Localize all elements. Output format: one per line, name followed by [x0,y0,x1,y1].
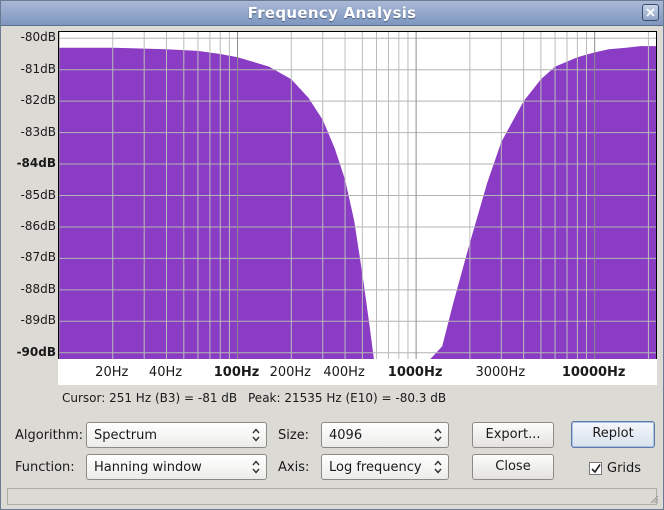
y-tick-label: -86dB [20,218,56,233]
y-tick-label: -89dB [20,313,56,328]
axis-select[interactable]: Log frequency [321,454,449,480]
x-tick-label: 40Hz [148,365,183,380]
title-bar: Frequency Analysis [1,1,663,26]
algorithm-select[interactable]: Spectrum [86,422,267,448]
function-value: Hanning window [94,460,202,475]
y-tick-label: -82dB [20,93,56,108]
x-tick-label: 400Hz [323,365,365,380]
peak-readout: Peak: 21535 Hz (E10) = -80.3 dB [248,391,447,405]
x-tick-label: 10000Hz [561,365,626,380]
close-icon [646,8,655,17]
size-label: Size: [278,428,310,443]
size-select[interactable]: 4096 [321,422,449,448]
x-tick-label: 3000Hz [475,365,526,380]
x-tick-label: 200Hz [269,365,312,380]
frequency-analysis-window: Frequency Analysis -80dB -81dB -82dB -83dB -… [0,0,664,510]
updown-arrows-icon [434,428,442,442]
replot-button[interactable]: Replot [571,421,655,448]
y-tick-label: -87dB [20,250,56,265]
spectrum-graph[interactable]: -80dB -81dB -82dB -83dB -84dB -85dB -86dB -87dB… [10,28,657,385]
y-tick-label: -85dB [20,187,56,202]
plot-area[interactable] [58,31,657,360]
y-axis: -80dB -81dB -82dB -83dB -84dB -85dB -86dB -87dB… [10,28,58,358]
close-window-button[interactable] [642,4,659,21]
spectrum-plot [59,32,656,359]
function-label: Function: [15,460,75,475]
x-tick-label: 100Hz [213,365,260,380]
y-tick-label: -90dB [16,344,56,359]
resize-grip-icon[interactable] [649,494,659,504]
y-tick-label: -88dB [20,281,56,296]
close-button[interactable]: Close [472,454,554,480]
status-bar [7,488,657,505]
checkmark-icon [591,464,601,474]
y-tick-label: -80dB [20,30,56,45]
y-tick-label: -81dB [20,61,56,76]
function-select[interactable]: Hanning window [86,454,267,480]
grids-checkbox[interactable] [589,462,602,475]
axis-label: Axis: [278,460,310,475]
x-tick-label: 20Hz [95,365,129,380]
algorithm-value: Spectrum [94,428,157,443]
updown-arrows-icon [252,428,260,442]
spectrum-fill [59,46,656,359]
export-button[interactable]: Export... [472,422,554,448]
updown-arrows-icon [434,460,442,474]
y-tick-label: -84dB [16,156,56,171]
algorithm-label: Algorithm: [15,428,84,443]
x-tick-label: 1000Hz [387,365,443,380]
updown-arrows-icon [252,460,260,474]
y-tick-label: -83dB [20,124,56,139]
cursor-readout: Cursor: 251 Hz (B3) = -81 dB [62,391,238,405]
grids-label: Grids [607,461,642,476]
window-title: Frequency Analysis [247,4,417,22]
x-axis: 20Hz 40Hz 100Hz 200Hz 400Hz 1000Hz 3000Hz 10000… [58,359,657,385]
axis-value: Log frequency [329,460,422,475]
size-value: 4096 [329,428,363,443]
